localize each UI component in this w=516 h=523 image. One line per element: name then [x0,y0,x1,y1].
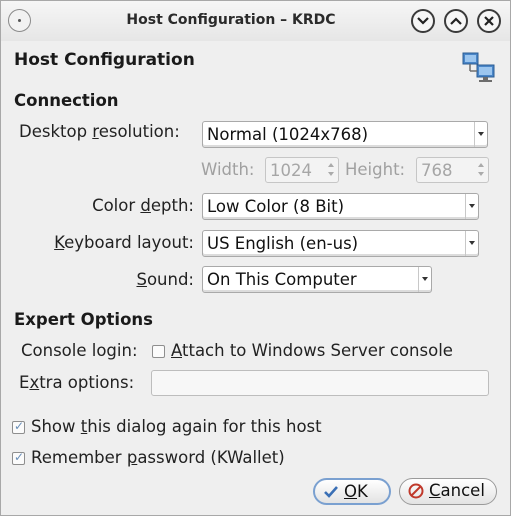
keyboard-layout-value: US English (en-us) [207,234,359,253]
network-computers-icon [462,52,495,82]
cancel-label: Cancel [429,481,485,500]
sound-value: On This Computer [207,270,357,289]
chevron-down-icon [418,267,431,292]
color-depth-select[interactable]: Low Color (8 Bit) [202,193,479,220]
page-title: Host Configuration [14,50,195,70]
height-label: Height: [345,160,406,179]
chevron-down-icon [417,17,429,25]
resolution-value: Normal (1024x768) [207,125,369,144]
maximize-button[interactable] [444,9,468,33]
show-dialog-checkbox[interactable] [12,419,25,434]
chevron-down-icon [465,231,478,256]
ok-label: OK [344,482,368,501]
extra-options-label: Extra options: [19,373,135,392]
extra-options-field[interactable] [151,370,489,396]
cancel-button[interactable]: Cancel [399,478,497,505]
connection-section-title: Connection [14,91,119,110]
minimize-button[interactable] [411,9,435,33]
color-depth-value: Low Color (8 Bit) [207,197,345,216]
height-spinbox[interactable]: 768 [416,157,489,183]
sound-label: Sound: [136,270,194,289]
expert-options-section-title: Expert Options [14,310,153,329]
color-depth-label: Color depth: [92,196,194,215]
close-button[interactable] [477,9,501,33]
title-bar[interactable]: Host Configuration – KRDC [1,1,510,41]
show-dialog-label[interactable]: Show this dialog again for this host [31,417,322,436]
attach-console-label[interactable]: Attach to Windows Server console [171,341,453,360]
console-login-label: Console login: [21,341,138,360]
close-icon [484,16,494,26]
attach-console-checkbox[interactable] [152,345,165,358]
width-spinbox[interactable]: 1024 [265,157,339,183]
ok-button[interactable]: OK [313,478,391,505]
sound-select[interactable]: On This Computer [202,266,432,293]
chevron-up-icon [450,17,462,25]
chevron-down-icon [465,194,478,219]
remember-password-label[interactable]: Remember password (KWallet) [31,448,285,467]
checkmark-icon [324,486,338,498]
cancel-icon [408,483,424,499]
chevron-down-icon [474,122,487,147]
width-label: Width: [201,160,255,179]
height-value: 768 [421,161,453,180]
remember-password-checkbox[interactable] [12,450,25,465]
keyboard-layout-label: Keyboard layout: [54,233,194,252]
resolution-select[interactable]: Normal (1024x768) [202,121,488,148]
spin-arrows-icon [328,161,336,179]
keyboard-layout-select[interactable]: US English (en-us) [202,230,479,257]
width-value: 1024 [270,161,312,180]
host-configuration-dialog: Host Configuration – KRDC Host Configura… [0,0,511,516]
spin-arrows-icon [478,161,486,179]
window-title: Host Configuration – KRDC [126,12,336,28]
desktop-resolution-label: Desktop resolution: [19,122,180,141]
